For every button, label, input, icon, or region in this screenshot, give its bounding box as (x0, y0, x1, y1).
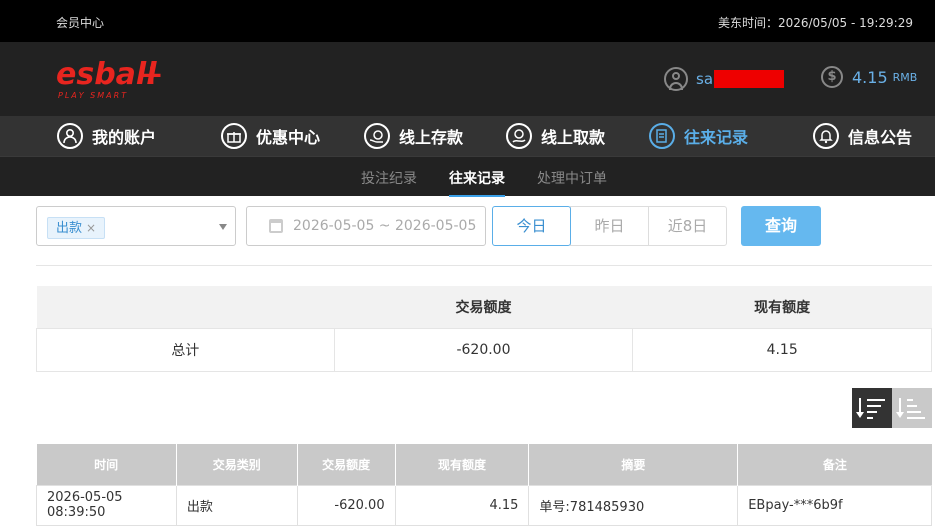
gift-icon (221, 123, 247, 149)
divider (36, 265, 932, 266)
summary-cell: 4.15 (632, 327, 932, 372)
today-button[interactable]: 今日 (492, 206, 571, 246)
caret-down-icon[interactable] (219, 224, 227, 230)
nav-label: 信息公告 (848, 128, 913, 147)
cell-balance: 4.15 (394, 484, 530, 526)
summary-row: 总计 -620.00 4.15 (36, 327, 932, 372)
main-nav: 我的账户 优惠中心 线上存款 线上取款 往来记录 信息公告 (0, 116, 935, 156)
subtab-pending-orders[interactable]: 处理中订单 (537, 168, 607, 188)
records-icon (649, 123, 675, 149)
bell-icon (813, 123, 839, 149)
cell-type: 出款 (175, 484, 298, 526)
sort-desc-icon (856, 397, 886, 419)
user-avatar-icon (664, 67, 688, 91)
summary-header: 现有额度 (632, 286, 932, 328)
currency-unit: RMB (892, 70, 918, 84)
summary-cell: 总计 (36, 327, 335, 372)
date-range-value: 2026-05-05 ~ 2026-05-05 (293, 218, 477, 234)
col-type[interactable]: 交易类别 (176, 444, 298, 485)
user-info[interactable]: sa (664, 66, 785, 92)
nav-my-account[interactable]: 我的账户 (57, 122, 156, 150)
last-8-days-button[interactable]: 近8日 (648, 206, 727, 246)
table-row: 2026-05-05 08:39:50 出款 -620.00 4.15 单号:7… (36, 484, 932, 526)
cell-summary: 单号:781485930 (528, 484, 739, 526)
query-button[interactable]: 查询 (741, 206, 821, 246)
redacted-username (714, 70, 785, 88)
quick-date-buttons: 今日 昨日 近8日 (492, 206, 727, 246)
time-display: 美东时间：2026/05/05 - 19:29:29 (718, 14, 913, 31)
user-icon (57, 123, 83, 149)
balance-info: $ 4.15 RMB (821, 66, 917, 88)
withdraw-icon (506, 123, 532, 149)
subtab-bet-records[interactable]: 投注纪录 (361, 168, 417, 188)
sort-descending-button[interactable] (852, 388, 892, 428)
sort-ascending-button[interactable] (892, 388, 932, 428)
summary-header: 交易额度 (334, 286, 633, 328)
nav-label: 线上存款 (399, 128, 464, 147)
sort-asc-icon (896, 397, 926, 419)
col-summary[interactable]: 摘要 (528, 444, 739, 485)
records-header-row: 时间 交易类别 交易额度 现有额度 摘要 备注 (36, 444, 932, 485)
calendar-icon (269, 219, 283, 233)
username: sa (696, 70, 714, 88)
records-table: 时间 交易类别 交易额度 现有额度 摘要 备注 2026-05-05 08:39… (36, 444, 932, 526)
nav-transaction-records[interactable]: 往来记录 (649, 122, 748, 150)
balance-value: 4.15 (852, 67, 888, 87)
cell-amount: -620.00 (296, 484, 396, 526)
type-tag-label: 出款 (56, 221, 83, 236)
svg-text:PLAY SMART: PLAY SMART (58, 91, 128, 100)
time-label: 美东时间： (717, 16, 778, 30)
summary-table: 交易额度 现有额度 总计 -620.00 4.15 (36, 286, 932, 372)
col-balance[interactable]: 现有额度 (395, 444, 530, 485)
cell-time: 2026-05-05 08:39:50 (36, 484, 177, 526)
member-center-label: 会员中心 (56, 16, 105, 30)
summary-header-row: 交易额度 现有额度 (36, 286, 932, 328)
esball-logo[interactable]: esball + PLAY SMART (56, 54, 166, 104)
sub-nav: 投注纪录 往来记录 处理中订单 (0, 156, 935, 197)
nav-label: 往来记录 (684, 128, 749, 147)
top-bar: 会员中心 美东时间：2026/05/05 - 19:29:29 (0, 0, 935, 42)
transaction-type-select[interactable]: 出款 × (36, 206, 236, 246)
header: esball + PLAY SMART sa $ 4.15 RMB (0, 42, 935, 116)
nav-promotions[interactable]: 优惠中心 (221, 122, 320, 150)
col-time[interactable]: 时间 (36, 444, 177, 485)
subtab-transaction-records[interactable]: 往来记录 (449, 168, 505, 197)
type-tag[interactable]: 出款 × (47, 217, 106, 239)
deposit-icon (364, 123, 390, 149)
nav-online-deposit[interactable]: 线上存款 (364, 122, 463, 150)
summary-cell: -620.00 (333, 327, 634, 372)
dollar-coin-icon: $ (821, 66, 843, 88)
sort-buttons (852, 388, 932, 428)
nav-label: 线上取款 (541, 128, 606, 147)
cell-remark: EBpay-***6b9f (737, 484, 932, 526)
col-remark[interactable]: 备注 (737, 444, 932, 485)
time-value: 2026/05/05 - 19:29:29 (777, 16, 913, 30)
tag-close-icon[interactable]: × (86, 221, 96, 235)
nav-label: 优惠中心 (256, 128, 321, 147)
yesterday-button[interactable]: 昨日 (570, 206, 649, 246)
svg-text:+: + (140, 58, 163, 91)
date-range-picker[interactable]: 2026-05-05 ~ 2026-05-05 (246, 206, 486, 246)
nav-announcements[interactable]: 信息公告 (813, 122, 912, 150)
nav-online-withdraw[interactable]: 线上取款 (506, 122, 605, 150)
col-amount[interactable]: 交易额度 (297, 444, 396, 485)
summary-header (36, 286, 335, 328)
nav-label: 我的账户 (92, 128, 157, 147)
